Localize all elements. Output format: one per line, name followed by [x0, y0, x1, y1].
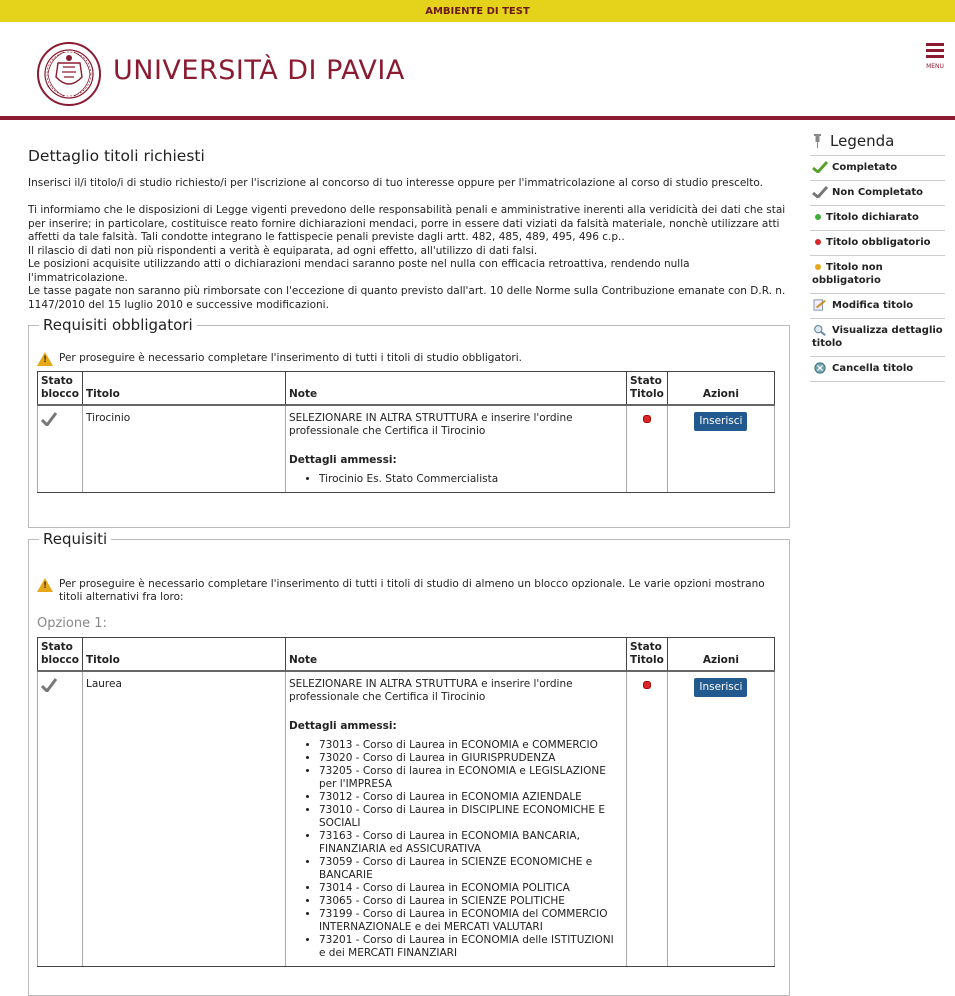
azioni-cell: Inserisci — [666, 405, 776, 493]
university-name[interactable]: UNIVERSITÀ DI PAVIA — [113, 55, 405, 86]
ammessi-heading: Dettagli ammessi: — [288, 454, 397, 466]
list-item: 73014 - Corso di Laurea in ECONOMIA POLI… — [319, 882, 623, 895]
disclaimer-line: Il rilascio di dati non più rispondenti … — [28, 244, 538, 257]
red-dot-icon — [642, 415, 651, 423]
inserisci-button[interactable]: Inserisci — [694, 678, 748, 697]
stato-titolo-cell — [625, 671, 668, 967]
legend-item-non-completato: Non Completato — [810, 181, 945, 206]
azioni-cell: Inserisci — [666, 671, 776, 967]
delete-icon — [814, 362, 826, 374]
university-seal-logo[interactable] — [36, 41, 102, 107]
legend-item-cancella: Cancella titolo — [810, 357, 945, 382]
warning-text: Per proseguire è necessario completare l… — [59, 352, 522, 364]
legal-disclaimer: Ti informiamo che le disposizioni di Leg… — [28, 204, 790, 312]
main-content: Dettaglio titoli richiesti Inserisci il/… — [28, 130, 790, 996]
red-dot-icon — [815, 239, 821, 245]
legend-title-text: Legenda — [830, 132, 895, 150]
note-cell: SELEZIONARE IN ALTRA STRUTTURA e inserir… — [284, 405, 627, 493]
red-dot-icon — [642, 681, 651, 689]
required-titles-section: Requisiti obbligatori Per proseguire è n… — [28, 316, 790, 528]
col-titolo: Titolo — [81, 371, 286, 406]
titolo-cell: Laurea — [81, 671, 286, 967]
col-titolo: Titolo — [81, 637, 286, 672]
list-item: 73012 - Corso di Laurea in ECONOMIA AZIE… — [319, 791, 623, 804]
legend-item-modifica: Modifica titolo — [810, 294, 945, 319]
list-item: 73059 - Corso di Laurea in SCIENZE ECONO… — [319, 856, 623, 882]
list-item: 73201 - Corso di Laurea in ECONOMIA dell… — [319, 934, 623, 960]
section-legend: Requisiti obbligatori — [43, 316, 193, 334]
list-item: 73010 - Corso di Laurea in DISCIPLINE EC… — [319, 804, 623, 830]
list-item: 73065 - Corso di Laurea in SCIENZE POLIT… — [319, 895, 623, 908]
table-header-row: Stato blocco Titolo Note Stato Titolo Az… — [37, 637, 776, 672]
green-check-icon — [812, 161, 828, 173]
stato-blocco-cell — [37, 405, 83, 493]
pin-icon — [814, 134, 821, 148]
env-banner: AMBIENTE DI TEST — [0, 0, 955, 22]
gray-check-icon — [41, 412, 57, 426]
table-row: Laurea SELEZIONARE IN ALTRA STRUTTURA e … — [37, 671, 776, 967]
disclaimer-line: Ti informiamo che le disposizioni di Leg… — [28, 204, 786, 243]
ammessi-heading: Dettagli ammessi: — [288, 720, 397, 732]
stato-blocco-cell — [37, 671, 83, 967]
list-item: Tirocinio Es. Stato Commercialista — [319, 473, 623, 486]
menu-label: MENU — [926, 63, 944, 70]
legend-item-completato: Completato — [810, 156, 945, 181]
table-header-row: Stato blocco Titolo Note Stato Titolo Az… — [37, 371, 776, 406]
disclaimer-line: Le tasse pagate non saranno più rimborsa… — [28, 285, 786, 311]
gray-check-icon — [812, 186, 828, 198]
col-azioni: Azioni — [666, 371, 776, 406]
gray-check-icon — [41, 678, 57, 692]
col-azioni: Azioni — [666, 637, 776, 672]
inserisci-button[interactable]: Inserisci — [694, 412, 748, 431]
legend-item-non-obbligatorio: Titolo non obbligatorio — [810, 256, 945, 294]
ammessi-list: 73013 - Corso di Laurea in ECONOMIA e CO… — [289, 739, 623, 960]
legend-item-visualizza: Visualizza dettaglio titolo — [810, 319, 945, 357]
site-header: UNIVERSITÀ DI PAVIA MENU — [0, 22, 955, 114]
legend-item-obbligatorio: Titolo obbligatorio — [810, 231, 945, 256]
ammessi-list: Tirocinio Es. Stato Commercialista — [289, 473, 623, 486]
col-note: Note — [284, 371, 627, 406]
optional-titles-table: Stato blocco Titolo Note Stato Titolo Az… — [37, 637, 776, 967]
list-item: 73205 - Corso di laurea in ECONOMIA e LE… — [319, 765, 623, 791]
titolo-cell: Tirocinio — [81, 405, 286, 493]
intro-text: Inserisci il/i titolo/i di studio richie… — [28, 177, 763, 189]
note-cell: SELEZIONARE IN ALTRA STRUTTURA e inserir… — [284, 671, 627, 967]
edit-icon — [813, 299, 826, 311]
col-stato-blocco: Stato blocco — [37, 371, 83, 406]
legend-item-dichiarato: Titolo dichiarato — [810, 206, 945, 231]
warning-message: Per proseguire è necessario completare l… — [37, 578, 781, 604]
list-item: 73013 - Corso di Laurea in ECONOMIA e CO… — [319, 739, 623, 752]
page-title: Dettaglio titoli richiesti — [28, 147, 205, 165]
menu-button[interactable]: MENU — [922, 43, 948, 73]
note-text: SELEZIONARE IN ALTRA STRUTTURA e inserir… — [288, 412, 573, 437]
col-stato-blocco: Stato blocco — [37, 637, 83, 672]
note-text: SELEZIONARE IN ALTRA STRUTTURA e inserir… — [288, 678, 573, 703]
magnifier-icon — [814, 324, 826, 336]
list-item: 73199 - Corso di Laurea in ECONOMIA del … — [319, 908, 623, 934]
warning-icon — [37, 578, 53, 593]
col-note: Note — [284, 637, 627, 672]
legend-panel: Legenda Completato Non Completato Titolo… — [810, 130, 945, 382]
list-item: 73163 - Corso di Laurea in ECONOMIA BANC… — [319, 830, 623, 856]
option-label: Opzione 1: — [37, 616, 107, 631]
list-item: 73020 - Corso di Laurea in GIURISPRUDENZ… — [319, 752, 623, 765]
col-stato-titolo: Stato Titolo — [625, 637, 668, 672]
required-titles-table: Stato blocco Titolo Note Stato Titolo Az… — [37, 371, 776, 493]
yellow-dot-icon — [815, 264, 821, 270]
header-divider — [0, 116, 955, 120]
warning-text: Per proseguire è necessario completare l… — [59, 578, 765, 603]
table-row: Tirocinio SELEZIONARE IN ALTRA STRUTTURA… — [37, 405, 776, 493]
stato-titolo-cell — [625, 405, 668, 493]
warning-message: Per proseguire è necessario completare l… — [37, 352, 781, 367]
warning-icon — [37, 352, 53, 367]
legend-title: Legenda — [810, 132, 945, 156]
col-stato-titolo: Stato Titolo — [625, 371, 668, 406]
optional-titles-section: Requisiti Per proseguire è necessario co… — [28, 530, 790, 996]
green-dot-icon — [815, 214, 821, 220]
section-legend: Requisiti — [43, 530, 108, 548]
disclaimer-line: Le posizioni acquisite utilizzando atti … — [28, 258, 690, 284]
